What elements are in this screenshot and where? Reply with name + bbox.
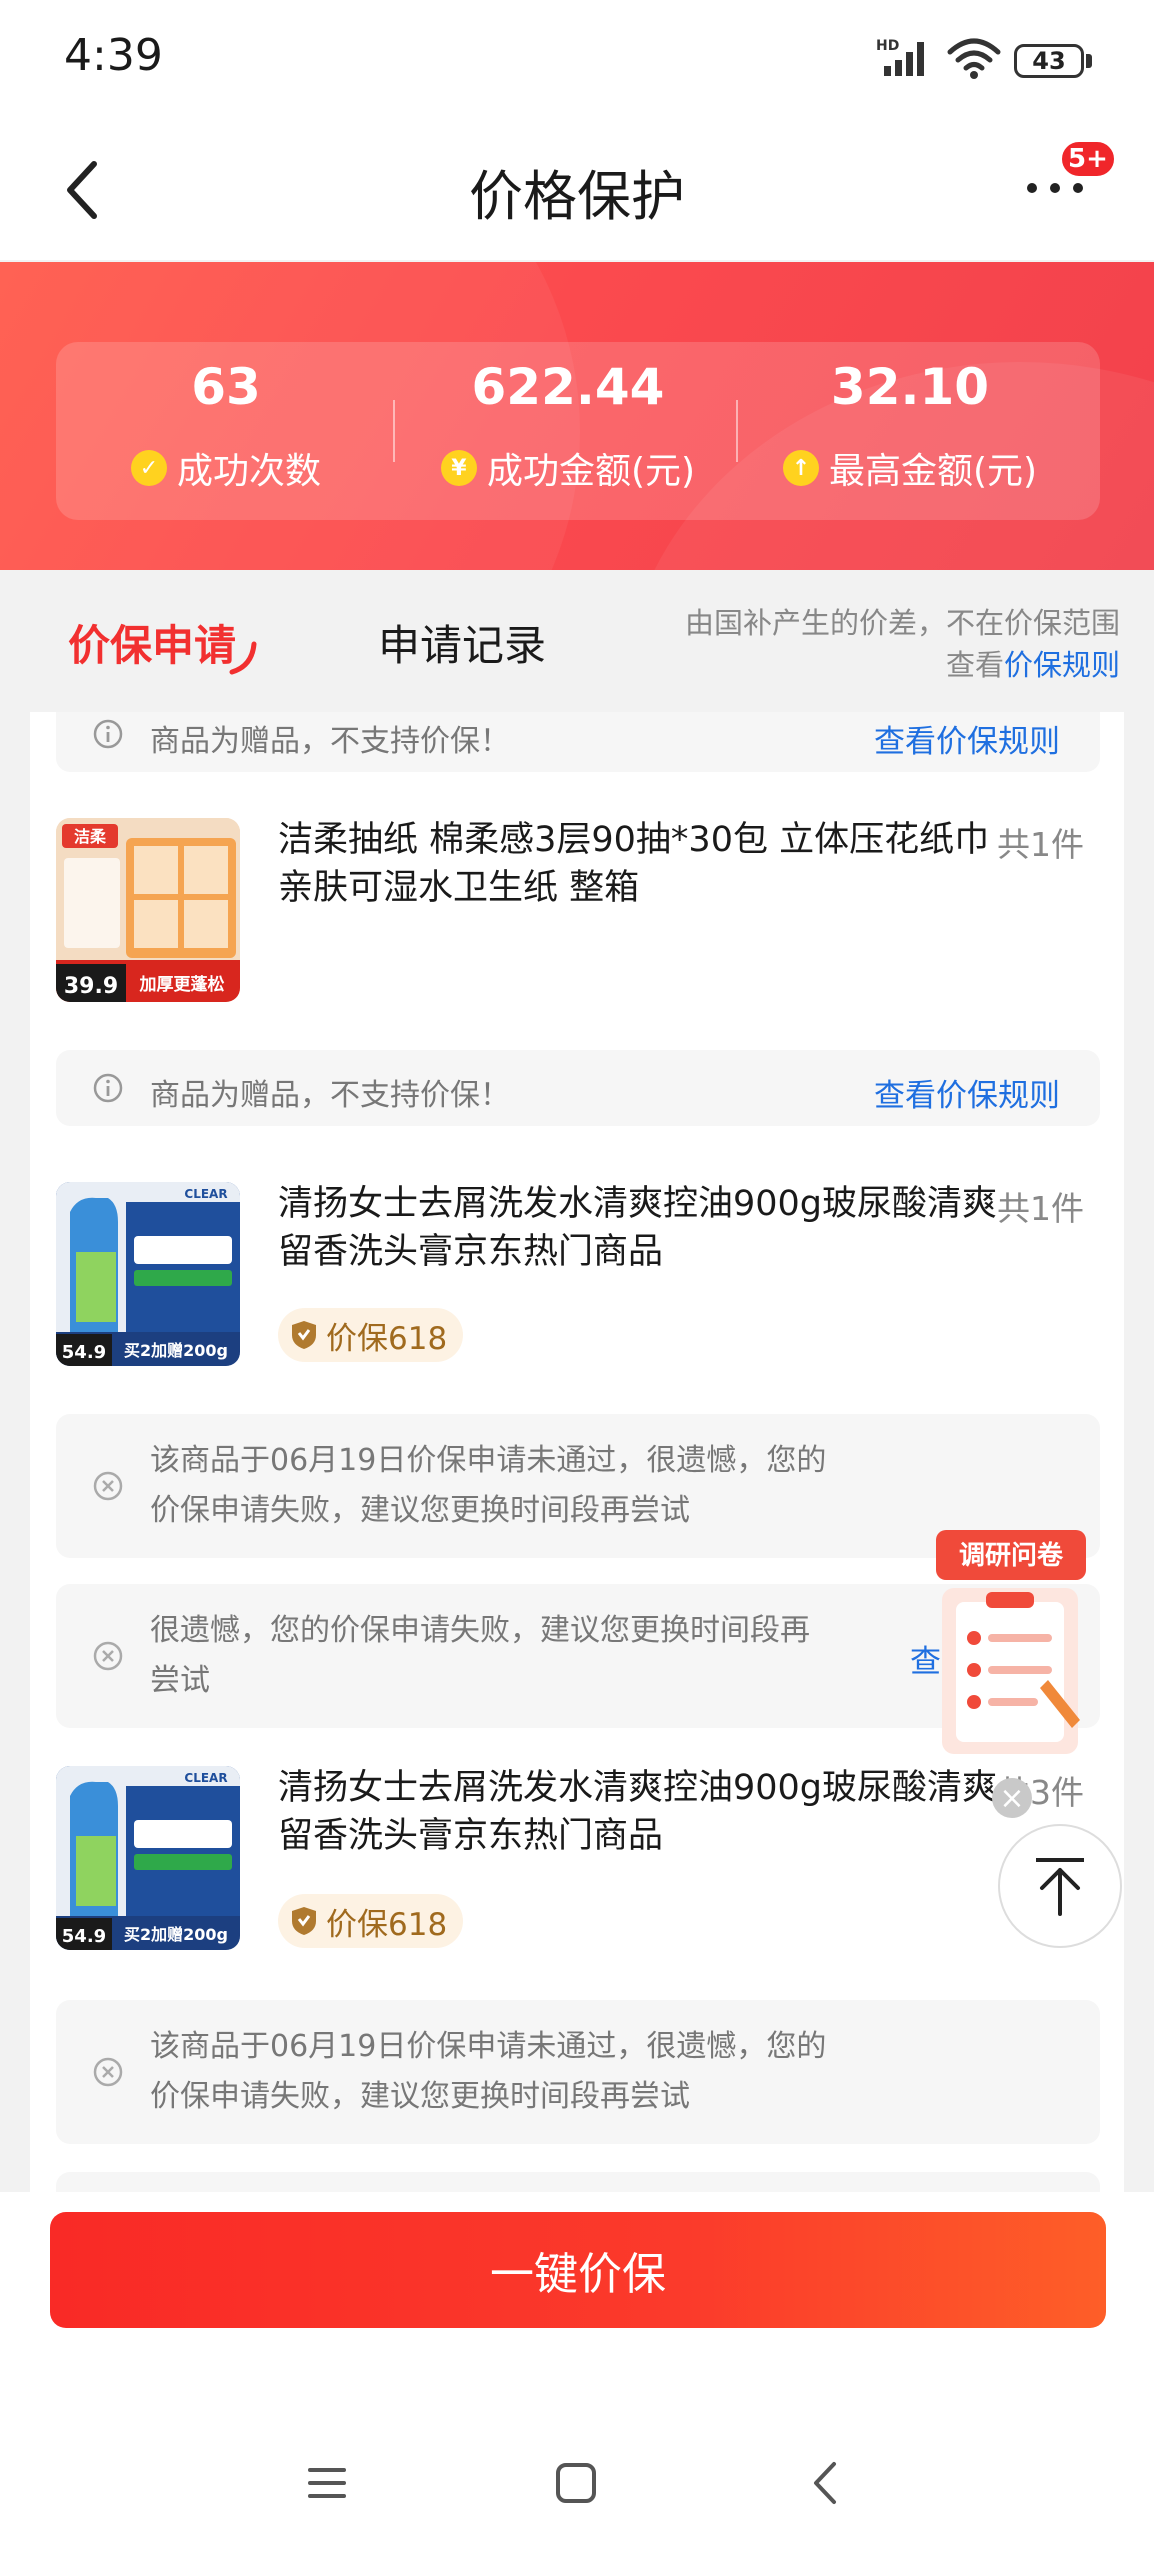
info-icon	[93, 1073, 123, 1103]
price-protect-tag: 价保618	[278, 1308, 464, 1362]
stat-label-row: ↑ 最高金额(元)	[736, 442, 1084, 494]
thumb-brand-label: 洁柔	[74, 827, 107, 846]
product-thumbnail[interactable]: CLEAR 54.9 买2加赠200g	[56, 1182, 240, 1366]
stat-label: 成功金额(元)	[486, 451, 696, 492]
survey-label: 调研问卷	[959, 1541, 1064, 1571]
menu-icon[interactable]	[302, 2458, 352, 2508]
gift-notice-bar: 商品为赠品，不支持价保！ 查看价保规则	[56, 1050, 1100, 1126]
battery-level: 43	[1032, 47, 1066, 75]
survey-widget[interactable]: 调研问卷	[930, 1530, 1090, 1760]
shampoo-product-image: CLEAR 54.9 买2加赠200g	[56, 1766, 240, 1950]
view-rules-link[interactable]: 查看价保规则	[874, 716, 1060, 761]
stat-max-amount: 32.10 ↑ 最高金额(元)	[736, 342, 1084, 520]
stat-success-amount: 622.44 ¥ 成功金额(元)	[394, 342, 742, 520]
product-count: 共1件	[997, 825, 1084, 864]
notice-text: 由国补产生的价差，不在价保范围	[684, 606, 1120, 640]
close-circle-icon	[93, 1641, 123, 1671]
stat-value: 622.44	[471, 358, 665, 416]
battery-tip	[1086, 54, 1092, 68]
product-title[interactable]: 洁柔抽纸 棉柔感3层90抽*30包 立体压花纸巾 亲肤可湿水卫生纸 整箱	[278, 816, 998, 912]
thumb-promo-label: 买2加赠200g	[124, 1925, 228, 1944]
wifi-icon	[947, 38, 1001, 79]
battery-icon: 43	[1014, 44, 1084, 78]
gift-notice-text: 商品为赠品，不支持价保！	[150, 1078, 510, 1113]
gift-notice-bar: 商品为赠品，不支持价保！ 查看价保规则	[56, 712, 1100, 772]
order-list: 商品为赠品，不支持价保！ 查看价保规则 洁柔 39.9 加厚更蓬松 洁柔抽纸 棉…	[30, 712, 1124, 2192]
view-rules-link[interactable]: 查看价保规则	[874, 1070, 1060, 1115]
thumb-price-label: 39.9	[64, 974, 118, 999]
tissue-product-image: 洁柔 39.9 加厚更蓬松	[56, 818, 240, 1002]
thumb-brand-label: CLEAR	[184, 1771, 227, 1785]
notice-prefix: 查看	[945, 648, 1004, 682]
back-icon[interactable]	[802, 2458, 852, 2508]
info-icon	[93, 719, 123, 749]
price-notice: 由国补产生的价差，不在价保范围 查看价保规则	[620, 602, 1120, 686]
product-title[interactable]: 清扬女士去屑洗发水清爽控油900g玻尿酸清爽留香洗头膏京东热门商品	[278, 1180, 998, 1276]
page-title: 价格保护	[469, 165, 685, 228]
active-tab-indicator	[229, 641, 257, 675]
fail-notice-bar: 该商品于06月19日价保申请未通过，很遗憾，您的价保申请失败，建议您更换时间段再…	[56, 2000, 1100, 2144]
thumb-promo-label: 加厚更蓬松	[139, 974, 225, 995]
product-title[interactable]: 清扬女士去屑洗发水清爽控油900g玻尿酸清爽留香洗头膏京东热门商品	[278, 1764, 998, 1860]
signal-icon: HD	[876, 38, 924, 76]
stat-label: 最高金额(元)	[828, 451, 1038, 492]
stat-label: 成功次数	[176, 451, 321, 492]
up-arrow-circle-icon: ↑	[782, 450, 819, 486]
stat-label-row: ✓ 成功次数	[52, 442, 400, 494]
close-circle-icon	[93, 1471, 123, 1501]
product-thumbnail[interactable]: 洁柔 39.9 加厚更蓬松	[56, 818, 240, 1002]
next-item-peek	[56, 2172, 1100, 2192]
network-type-label: HD	[876, 38, 899, 54]
fail-notice-text: 该商品于06月19日价保申请未通过，很遗憾，您的价保申请失败，建议您更换时间段再…	[150, 1443, 827, 1528]
tab-apply-records[interactable]: 申请记录	[378, 612, 546, 673]
tag-label: 价保618	[326, 1320, 448, 1357]
back-to-top-button[interactable]	[998, 1824, 1122, 1948]
message-badge: 5+	[1060, 140, 1116, 178]
home-icon[interactable]	[551, 2458, 601, 2508]
thumb-price-label: 54.9	[62, 1342, 106, 1363]
close-circle-icon	[93, 2057, 123, 2087]
stat-success-count: 63 ✓ 成功次数	[52, 342, 400, 520]
stat-value: 63	[191, 358, 261, 416]
tab-price-protect-apply[interactable]: 价保申请	[68, 612, 236, 673]
thumb-brand-label: CLEAR	[184, 1187, 227, 1201]
fail-notice-text: 很遗憾，您的价保申请失败，建议您更换时间段再尝试	[150, 1613, 810, 1698]
product-thumbnail[interactable]: CLEAR 54.9 买2加赠200g	[56, 1766, 240, 1950]
gift-notice-text: 商品为赠品，不支持价保！	[150, 724, 510, 759]
notice-link-row: 查看价保规则	[620, 644, 1120, 686]
price-rules-link[interactable]: 价保规则	[1004, 648, 1120, 682]
stat-label-row: ¥ 成功金额(元)	[394, 442, 742, 494]
shield-icon	[292, 1907, 316, 1935]
check-circle-icon: ✓	[130, 450, 167, 486]
product-count: 共1件	[997, 1189, 1084, 1228]
status-time: 4:39	[64, 30, 163, 81]
stat-value: 32.10	[830, 358, 990, 416]
shampoo-product-image: CLEAR 54.9 买2加赠200g	[56, 1182, 240, 1366]
yen-circle-icon: ¥	[440, 450, 477, 486]
thumb-promo-label: 买2加赠200g	[124, 1341, 228, 1360]
close-icon[interactable]: ×	[992, 1778, 1032, 1818]
arrow-up-icon	[1036, 1858, 1084, 1916]
shield-icon	[292, 1321, 316, 1349]
tag-label: 价保618	[326, 1906, 448, 1943]
one-click-price-protect-button[interactable]: 一键价保	[50, 2212, 1106, 2328]
thumb-price-label: 54.9	[62, 1926, 106, 1947]
system-nav-bar	[0, 2432, 1154, 2565]
price-protect-tag: 价保618	[278, 1894, 464, 1948]
fail-notice-text: 该商品于06月19日价保申请未通过，很遗憾，您的价保申请失败，建议您更换时间段再…	[150, 2029, 827, 2114]
